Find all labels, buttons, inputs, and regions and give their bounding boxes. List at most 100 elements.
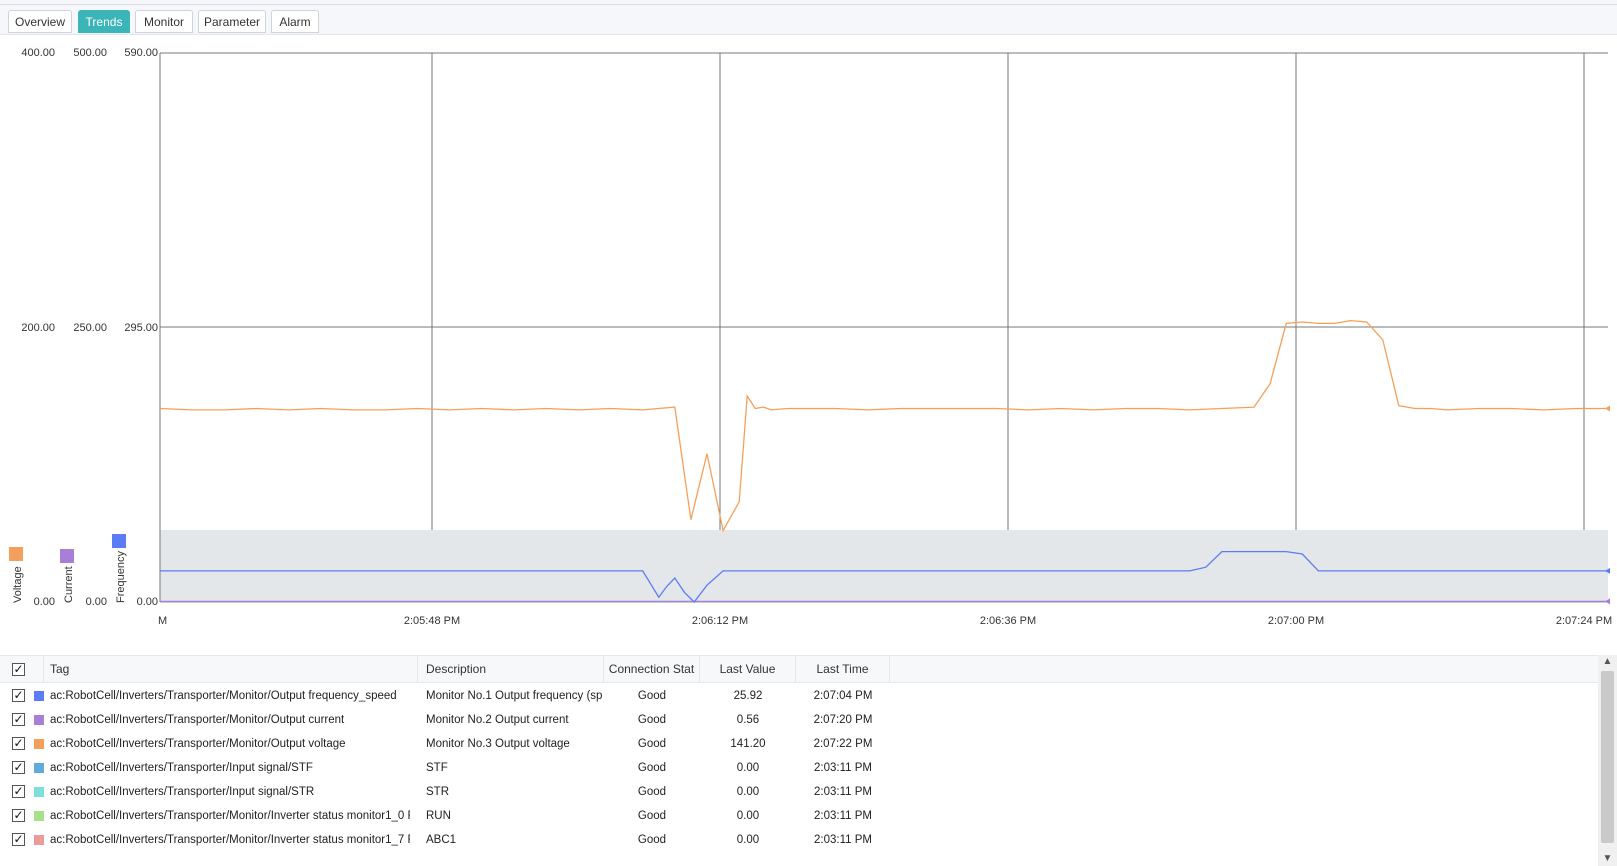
table-scrollbar[interactable]: ▲ ▼	[1598, 655, 1617, 866]
last-value-cell: 0.00	[736, 810, 760, 822]
connection-cell: Good	[637, 714, 667, 726]
tab-overview[interactable]: Overview	[8, 10, 72, 33]
y-tick-label-frequency: 590.00	[124, 47, 158, 59]
lower-band	[160, 530, 1608, 602]
tag-cell: ac:RobotCell/Inverters/Transporter/Monit…	[50, 738, 346, 750]
y-tick-label-voltage: 400.00	[21, 47, 55, 59]
y-tick-label-voltage: 0.00	[34, 596, 55, 608]
header-connection[interactable]: Connection Stat	[604, 656, 700, 683]
last-time-cell: 2:07:04 PM	[813, 690, 873, 702]
description-cell: Monitor No.3 Output voltage	[426, 738, 570, 750]
series-color-swatch	[34, 787, 44, 797]
legend-swatch-current[interactable]	[60, 549, 74, 563]
y-tick-label-current: 500.00	[73, 47, 107, 59]
connection-cell: Good	[637, 762, 667, 774]
row-checkbox[interactable]: ✓	[12, 833, 25, 846]
tab-trends[interactable]: Trends	[78, 10, 130, 33]
series-end-marker-voltage	[1605, 405, 1610, 412]
description-cell: Monitor No.2 Output current	[426, 714, 569, 726]
description-cell: Monitor No.1 Output frequency (sp	[426, 690, 602, 702]
y-tick-label-frequency: 0.00	[137, 596, 158, 608]
last-time-cell: 2:03:11 PM	[814, 810, 872, 822]
last-value-cell: 0.00	[736, 786, 760, 798]
table-row[interactable]: ✓ ac:RobotCell/Inverters/Transporter/Moni…	[0, 684, 1598, 708]
y-tick-label-frequency: 295.00	[124, 322, 158, 334]
row-checkbox[interactable]: ✓	[12, 689, 25, 702]
series-color-swatch	[34, 691, 44, 701]
description-cell: RUN	[426, 810, 451, 822]
trend-chart-svg[interactable]: 400.00 200.00 0.00 500.00 250.00 0.00 590.00 29…	[0, 35, 1617, 655]
table-row[interactable]: ✓ ac:RobotCell/Inverters/Transporter/Moni…	[0, 732, 1598, 756]
row-checkbox[interactable]: ✓	[12, 713, 25, 726]
tag-cell: ac:RobotCell/Inverters/Transporter/Input…	[50, 762, 313, 774]
series-color-swatch	[34, 811, 44, 821]
row-checkbox[interactable]: ✓	[12, 809, 25, 822]
legend-label-current: Current	[63, 566, 75, 603]
header-description[interactable]: Description	[418, 656, 604, 683]
tag-cell: ac:RobotCell/Inverters/Transporter/Monit…	[50, 810, 410, 822]
last-time-cell: 2:07:20 PM	[813, 714, 873, 726]
tab-parameter[interactable]: Parameter	[198, 10, 266, 33]
series-color-swatch	[34, 739, 44, 749]
header-last-time[interactable]: Last Time	[796, 656, 890, 683]
series-color-swatch	[34, 835, 44, 845]
table-header: ✓ Tag Description Connection Stat Last V…	[0, 656, 1598, 683]
last-value-cell: 25.92	[733, 690, 763, 702]
last-time-cell: 2:07:22 PM	[813, 738, 873, 750]
connection-cell: Good	[637, 834, 667, 846]
description-cell: ABC1	[426, 834, 457, 846]
legend-swatch-voltage[interactable]	[9, 547, 23, 561]
select-all-checkbox[interactable]: ✓	[12, 663, 25, 676]
series-line-voltage	[159, 319, 1608, 533]
header-select-all-cell[interactable]: ✓	[0, 656, 44, 683]
scroll-down-icon[interactable]: ▼	[1598, 852, 1617, 866]
connection-cell: Good	[637, 738, 667, 750]
trend-chart[interactable]: 400.00 200.00 0.00 500.00 250.00 0.00 590.00 29…	[0, 35, 1617, 655]
last-time-cell: 2:03:11 PM	[814, 762, 872, 774]
last-time-cell: 2:03:11 PM	[814, 786, 872, 798]
connection-cell: Good	[637, 690, 667, 702]
header-last-value[interactable]: Last Value	[700, 656, 796, 683]
table-row[interactable]: ✓ ac:RobotCell/Inverters/Transporter/Moni…	[0, 708, 1598, 732]
table-row[interactable]: ✓ ac:RobotCell/Inverters/Transporter/Moni…	[0, 804, 1598, 828]
legend-label-voltage: Voltage	[12, 566, 24, 603]
y-tick-label-current: 250.00	[73, 322, 107, 334]
scroll-thumb[interactable]	[1601, 671, 1614, 843]
connection-cell: Good	[637, 786, 667, 798]
tab-alarm[interactable]: Alarm	[271, 10, 319, 33]
connection-cell: Good	[637, 810, 667, 822]
x-tick-label: 2:07:24 PM	[1556, 615, 1612, 627]
table-row[interactable]: ✓ ac:RobotCell/Inverters/Transporter/Inpu…	[0, 756, 1598, 780]
row-checkbox[interactable]: ✓	[12, 785, 25, 798]
legend-label-frequency: Frequency	[115, 551, 127, 603]
row-checkbox[interactable]: ✓	[12, 737, 25, 750]
description-cell: STF	[426, 762, 448, 774]
table-row[interactable]: ✓ ac:RobotCell/Inverters/Transporter/Inpu…	[0, 780, 1598, 804]
tag-cell: ac:RobotCell/Inverters/Transporter/Monit…	[50, 834, 410, 846]
last-value-cell: 141.20	[730, 738, 766, 750]
last-time-cell: 2:03:11 PM	[814, 834, 872, 846]
x-tick-label: 2:06:36 PM	[980, 615, 1036, 627]
tab-monitor[interactable]: Monitor	[135, 10, 193, 33]
y-tick-label-current: 0.00	[86, 596, 107, 608]
tag-table: ✓ Tag Description Connection Stat Last V…	[0, 655, 1617, 866]
x-tick-label: M	[158, 615, 167, 627]
last-value-cell: 0.00	[736, 834, 760, 846]
x-tick-label: 2:05:48 PM	[404, 615, 460, 627]
y-tick-label-voltage: 200.00	[21, 322, 55, 334]
description-cell: STR	[426, 786, 449, 798]
tag-cell: ac:RobotCell/Inverters/Transporter/Monit…	[50, 690, 397, 702]
series-color-swatch	[34, 715, 44, 725]
last-value-cell: 0.00	[736, 762, 760, 774]
tag-cell: ac:RobotCell/Inverters/Transporter/Input…	[50, 786, 315, 798]
legend-swatch-frequency[interactable]	[112, 534, 126, 548]
tag-cell: ac:RobotCell/Inverters/Transporter/Monit…	[50, 714, 345, 726]
header-tag[interactable]: Tag	[44, 656, 418, 683]
x-tick-label: 2:06:12 PM	[692, 615, 748, 627]
table-row[interactable]: ✓ ac:RobotCell/Inverters/Transporter/Moni…	[0, 828, 1598, 852]
last-value-cell: 0.56	[736, 714, 760, 726]
row-checkbox[interactable]: ✓	[12, 761, 25, 774]
tab-bar: Overview Trends Monitor Parameter Alarm	[0, 5, 1617, 35]
scroll-up-icon[interactable]: ▲	[1598, 655, 1617, 669]
series-color-swatch	[34, 763, 44, 773]
